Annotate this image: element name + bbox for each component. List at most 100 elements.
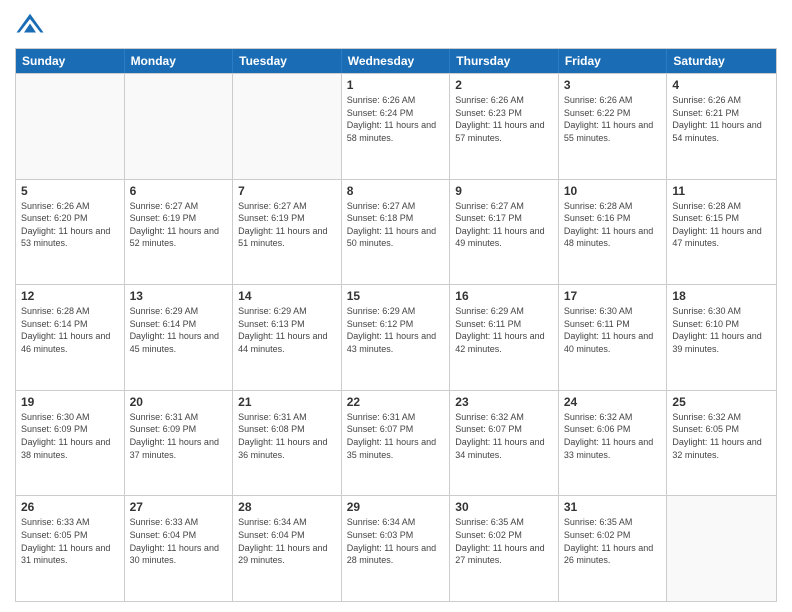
day-number: 12	[21, 289, 119, 303]
day-number: 27	[130, 500, 228, 514]
day-cell-9: 9 Sunrise: 6:27 AMSunset: 6:17 PMDaylight…	[450, 180, 559, 285]
day-cell-19: 19 Sunrise: 6:30 AMSunset: 6:09 PMDayligh…	[16, 391, 125, 496]
day-number: 13	[130, 289, 228, 303]
day-cell-23: 23Sunrise: 6:32 AMSunset: 6:07 PMDayligh…	[450, 391, 559, 496]
day-info: Sunrise: 6:26 AMSunset: 6:24 PMDaylight:…	[347, 94, 445, 144]
header	[15, 10, 777, 40]
day-number: 25	[672, 395, 771, 409]
day-info: Sunrise: 6:34 AMSunset: 6:03 PMDaylight:…	[347, 516, 445, 566]
day-number: 23	[455, 395, 553, 409]
day-cell-5: 5 Sunrise: 6:26 AMSunset: 6:20 PMDaylight…	[16, 180, 125, 285]
day-header-friday: Friday	[559, 49, 668, 73]
calendar-row-4: 26Sunrise: 6:33 AMSunset: 6:05 PMDayligh…	[16, 495, 776, 601]
day-cell-24: 24 Sunrise: 6:32 AMSunset: 6:06 PMDayligh…	[559, 391, 668, 496]
day-number: 2	[455, 78, 553, 92]
calendar-row-3: 19 Sunrise: 6:30 AMSunset: 6:09 PMDayligh…	[16, 390, 776, 496]
day-info: Sunrise: 6:27 AMSunset: 6:18 PMDaylight:…	[347, 200, 445, 250]
day-number: 15	[347, 289, 445, 303]
day-info: Sunrise: 6:32 AMSunset: 6:06 PMDaylight:…	[564, 411, 662, 461]
day-cell-3: 3 Sunrise: 6:26 AMSunset: 6:22 PMDaylight…	[559, 74, 668, 179]
day-cell-1: 1 Sunrise: 6:26 AMSunset: 6:24 PMDaylight…	[342, 74, 451, 179]
day-cell-11: 11Sunrise: 6:28 AMSunset: 6:15 PMDayligh…	[667, 180, 776, 285]
day-number: 21	[238, 395, 336, 409]
day-cell-14: 14Sunrise: 6:29 AMSunset: 6:13 PMDayligh…	[233, 285, 342, 390]
day-info: Sunrise: 6:31 AMSunset: 6:07 PMDaylight:…	[347, 411, 445, 461]
day-info: Sunrise: 6:30 AMSunset: 6:10 PMDaylight:…	[672, 305, 771, 355]
day-cell-28: 28 Sunrise: 6:34 AMSunset: 6:04 PMDayligh…	[233, 496, 342, 601]
day-info: Sunrise: 6:27 AMSunset: 6:19 PMDaylight:…	[130, 200, 228, 250]
day-number: 9	[455, 184, 553, 198]
calendar-row-1: 5 Sunrise: 6:26 AMSunset: 6:20 PMDaylight…	[16, 179, 776, 285]
day-cell-10: 10 Sunrise: 6:28 AMSunset: 6:16 PMDayligh…	[559, 180, 668, 285]
day-info: Sunrise: 6:26 AMSunset: 6:21 PMDaylight:…	[672, 94, 771, 144]
day-cell-27: 27 Sunrise: 6:33 AMSunset: 6:04 PMDayligh…	[125, 496, 234, 601]
calendar-body: 1 Sunrise: 6:26 AMSunset: 6:24 PMDaylight…	[16, 73, 776, 601]
day-number: 6	[130, 184, 228, 198]
day-number: 28	[238, 500, 336, 514]
day-info: Sunrise: 6:31 AMSunset: 6:08 PMDaylight:…	[238, 411, 336, 461]
day-info: Sunrise: 6:33 AMSunset: 6:05 PMDaylight:…	[21, 516, 119, 566]
day-info: Sunrise: 6:28 AMSunset: 6:15 PMDaylight:…	[672, 200, 771, 250]
day-number: 19	[21, 395, 119, 409]
logo-icon	[15, 10, 45, 40]
day-header-wednesday: Wednesday	[342, 49, 451, 73]
day-cell-6: 6 Sunrise: 6:27 AMSunset: 6:19 PMDaylight…	[125, 180, 234, 285]
day-cell-15: 15Sunrise: 6:29 AMSunset: 6:12 PMDayligh…	[342, 285, 451, 390]
day-cell-7: 7 Sunrise: 6:27 AMSunset: 6:19 PMDaylight…	[233, 180, 342, 285]
day-info: Sunrise: 6:28 AMSunset: 6:16 PMDaylight:…	[564, 200, 662, 250]
day-info: Sunrise: 6:31 AMSunset: 6:09 PMDaylight:…	[130, 411, 228, 461]
day-info: Sunrise: 6:26 AMSunset: 6:23 PMDaylight:…	[455, 94, 553, 144]
calendar-header: SundayMondayTuesdayWednesdayThursdayFrid…	[16, 49, 776, 73]
calendar-row-0: 1 Sunrise: 6:26 AMSunset: 6:24 PMDaylight…	[16, 73, 776, 179]
day-number: 10	[564, 184, 662, 198]
day-number: 5	[21, 184, 119, 198]
day-cell-20: 20 Sunrise: 6:31 AMSunset: 6:09 PMDayligh…	[125, 391, 234, 496]
calendar-row-2: 12Sunrise: 6:28 AMSunset: 6:14 PMDayligh…	[16, 284, 776, 390]
day-info: Sunrise: 6:35 AMSunset: 6:02 PMDaylight:…	[455, 516, 553, 566]
day-number: 20	[130, 395, 228, 409]
day-cell-26: 26Sunrise: 6:33 AMSunset: 6:05 PMDayligh…	[16, 496, 125, 601]
day-number: 14	[238, 289, 336, 303]
day-number: 22	[347, 395, 445, 409]
day-info: Sunrise: 6:30 AMSunset: 6:09 PMDaylight:…	[21, 411, 119, 461]
day-number: 16	[455, 289, 553, 303]
day-cell-21: 21 Sunrise: 6:31 AMSunset: 6:08 PMDayligh…	[233, 391, 342, 496]
day-info: Sunrise: 6:29 AMSunset: 6:11 PMDaylight:…	[455, 305, 553, 355]
day-cell-25: 25 Sunrise: 6:32 AMSunset: 6:05 PMDayligh…	[667, 391, 776, 496]
day-cell-4: 4Sunrise: 6:26 AMSunset: 6:21 PMDaylight…	[667, 74, 776, 179]
day-number: 1	[347, 78, 445, 92]
day-number: 7	[238, 184, 336, 198]
logo	[15, 10, 49, 40]
day-info: Sunrise: 6:34 AMSunset: 6:04 PMDaylight:…	[238, 516, 336, 566]
day-cell-22: 22 Sunrise: 6:31 AMSunset: 6:07 PMDayligh…	[342, 391, 451, 496]
day-info: Sunrise: 6:32 AMSunset: 6:05 PMDaylight:…	[672, 411, 771, 461]
day-cell-16: 16 Sunrise: 6:29 AMSunset: 6:11 PMDayligh…	[450, 285, 559, 390]
empty-cell	[125, 74, 234, 179]
day-info: Sunrise: 6:26 AMSunset: 6:20 PMDaylight:…	[21, 200, 119, 250]
day-info: Sunrise: 6:27 AMSunset: 6:17 PMDaylight:…	[455, 200, 553, 250]
day-info: Sunrise: 6:33 AMSunset: 6:04 PMDaylight:…	[130, 516, 228, 566]
day-cell-29: 29 Sunrise: 6:34 AMSunset: 6:03 PMDayligh…	[342, 496, 451, 601]
day-header-tuesday: Tuesday	[233, 49, 342, 73]
day-number: 31	[564, 500, 662, 514]
day-cell-17: 17Sunrise: 6:30 AMSunset: 6:11 PMDayligh…	[559, 285, 668, 390]
day-number: 29	[347, 500, 445, 514]
day-cell-13: 13Sunrise: 6:29 AMSunset: 6:14 PMDayligh…	[125, 285, 234, 390]
calendar: SundayMondayTuesdayWednesdayThursdayFrid…	[15, 48, 777, 602]
day-info: Sunrise: 6:27 AMSunset: 6:19 PMDaylight:…	[238, 200, 336, 250]
day-cell-2: 2 Sunrise: 6:26 AMSunset: 6:23 PMDaylight…	[450, 74, 559, 179]
day-number: 3	[564, 78, 662, 92]
empty-cell	[667, 496, 776, 601]
day-number: 24	[564, 395, 662, 409]
day-header-sunday: Sunday	[16, 49, 125, 73]
day-header-thursday: Thursday	[450, 49, 559, 73]
day-number: 17	[564, 289, 662, 303]
day-number: 30	[455, 500, 553, 514]
day-cell-18: 18Sunrise: 6:30 AMSunset: 6:10 PMDayligh…	[667, 285, 776, 390]
page: SundayMondayTuesdayWednesdayThursdayFrid…	[0, 0, 792, 612]
day-cell-12: 12Sunrise: 6:28 AMSunset: 6:14 PMDayligh…	[16, 285, 125, 390]
day-cell-31: 31 Sunrise: 6:35 AMSunset: 6:02 PMDayligh…	[559, 496, 668, 601]
day-cell-30: 30 Sunrise: 6:35 AMSunset: 6:02 PMDayligh…	[450, 496, 559, 601]
day-info: Sunrise: 6:35 AMSunset: 6:02 PMDaylight:…	[564, 516, 662, 566]
day-info: Sunrise: 6:26 AMSunset: 6:22 PMDaylight:…	[564, 94, 662, 144]
